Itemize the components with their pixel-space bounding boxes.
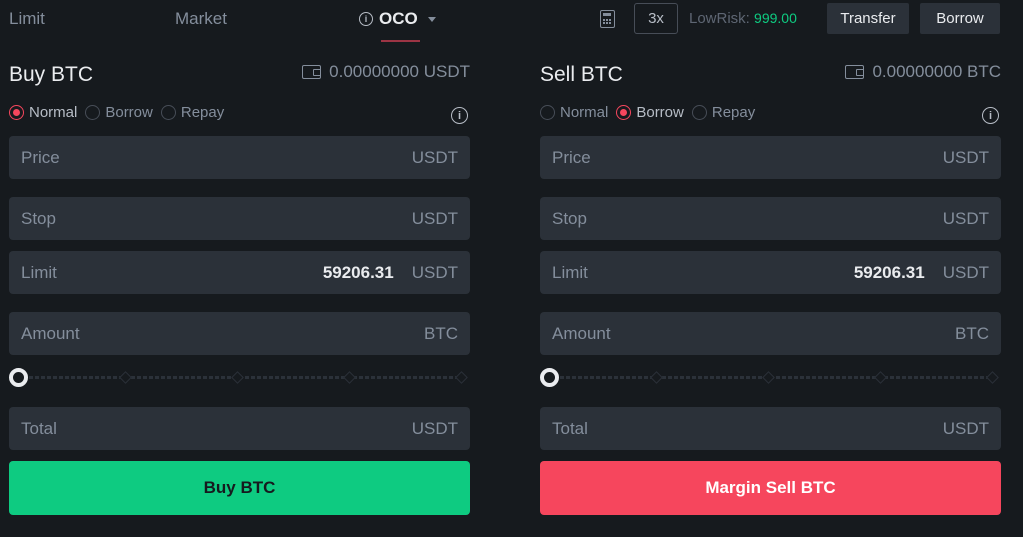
field-unit: USDT <box>411 262 458 282</box>
radio-icon[interactable] <box>85 105 101 120</box>
radio-icon[interactable] <box>160 105 176 120</box>
slider-mark-100[interactable] <box>986 371 999 384</box>
sell-price-input[interactable]: Price USDT <box>540 136 1001 179</box>
buy-mode-borrow[interactable]: Borrow <box>85 104 153 121</box>
field-label: Amount <box>552 323 611 343</box>
sell-mode-borrow[interactable]: Borrow <box>616 104 684 121</box>
field-label: Price <box>552 147 591 167</box>
slider-handle[interactable] <box>540 368 559 387</box>
buy-total-input[interactable]: Total USDT <box>9 407 470 450</box>
field-unit: USDT <box>942 262 989 282</box>
field-unit: USDT <box>942 418 989 438</box>
field-unit: USDT <box>411 147 458 167</box>
wallet-icon <box>302 65 322 79</box>
sell-mode-repay[interactable]: Repay <box>691 104 756 121</box>
radio-selected-icon[interactable] <box>616 105 632 120</box>
buy-mode-group: Normal Borrow Repay <box>9 104 224 121</box>
field-label: Stop <box>21 208 56 228</box>
sell-amount-input[interactable]: Amount BTC <box>540 312 1001 355</box>
radio-icon[interactable] <box>691 105 707 120</box>
slider-mark-75[interactable] <box>343 371 356 384</box>
sell-limit-input[interactable]: Limit 59206.31 USDT <box>540 251 1001 294</box>
buy-limit-input[interactable]: Limit 59206.31 USDT <box>9 251 470 294</box>
slider-handle[interactable] <box>9 368 28 387</box>
margin-sell-btc-button[interactable]: Margin Sell BTC <box>540 461 1001 515</box>
info-icon[interactable]: i <box>451 107 468 124</box>
field-value: 59206.31 <box>853 262 925 282</box>
field-unit: USDT <box>942 208 989 228</box>
sell-stop-input[interactable]: Stop USDT <box>540 197 1001 240</box>
buy-stop-input[interactable]: Stop USDT <box>9 197 470 240</box>
slider-mark-50[interactable] <box>231 371 244 384</box>
sell-balance-value: 0.00000000 BTC <box>872 62 1001 81</box>
buy-balance: 0.00000000 USDT <box>302 62 470 82</box>
buy-balance-value: 0.00000000 USDT <box>329 62 470 81</box>
sell-mode-normal[interactable]: Normal <box>540 104 608 121</box>
field-unit: USDT <box>942 147 989 167</box>
field-label: Total <box>21 418 57 438</box>
sell-total-input[interactable]: Total USDT <box>540 407 1001 450</box>
slider-mark-75[interactable] <box>874 371 887 384</box>
field-label: Limit <box>552 262 588 282</box>
sell-mode-group: Normal Borrow Repay <box>540 104 755 121</box>
mode-label: Repay <box>711 104 756 121</box>
wallet-icon <box>845 65 865 79</box>
slider-mark-100[interactable] <box>455 371 468 384</box>
field-value: 59206.31 <box>322 262 394 282</box>
slider-mark-25[interactable] <box>119 371 132 384</box>
field-unit: BTC <box>424 323 458 343</box>
field-label: Limit <box>21 262 57 282</box>
sell-panel: Sell BTC 0.00000000 BTC Normal Borrow Re… <box>540 0 1001 537</box>
mode-label: Borrow <box>105 104 153 121</box>
buy-mode-normal[interactable]: Normal <box>9 104 77 121</box>
mode-label: Normal <box>560 104 609 121</box>
sell-title: Sell BTC <box>540 63 623 86</box>
buy-mode-repay[interactable]: Repay <box>160 104 225 121</box>
buy-btc-button[interactable]: Buy BTC <box>9 461 470 515</box>
field-unit: BTC <box>955 323 989 343</box>
buy-amount-slider[interactable] <box>9 367 470 387</box>
radio-icon[interactable] <box>540 105 555 120</box>
slider-mark-25[interactable] <box>650 371 663 384</box>
sell-balance: 0.00000000 BTC <box>845 62 1001 82</box>
buy-panel: Buy BTC 0.00000000 USDT Normal Borrow Re… <box>9 0 470 537</box>
slider-mark-50[interactable] <box>762 371 775 384</box>
mode-label: Borrow <box>636 104 684 121</box>
buy-title: Buy BTC <box>9 63 94 86</box>
field-unit: USDT <box>411 208 458 228</box>
buy-price-input[interactable]: Price USDT <box>9 136 470 179</box>
info-icon[interactable]: i <box>982 107 999 124</box>
field-label: Stop <box>552 208 587 228</box>
sell-amount-slider[interactable] <box>540 367 1001 387</box>
radio-selected-icon[interactable] <box>9 105 24 120</box>
field-label: Amount <box>21 323 80 343</box>
field-unit: USDT <box>411 418 458 438</box>
field-label: Total <box>552 418 588 438</box>
field-label: Price <box>21 147 60 167</box>
buy-amount-input[interactable]: Amount BTC <box>9 312 470 355</box>
mode-label: Normal <box>29 104 78 121</box>
mode-label: Repay <box>180 104 225 121</box>
